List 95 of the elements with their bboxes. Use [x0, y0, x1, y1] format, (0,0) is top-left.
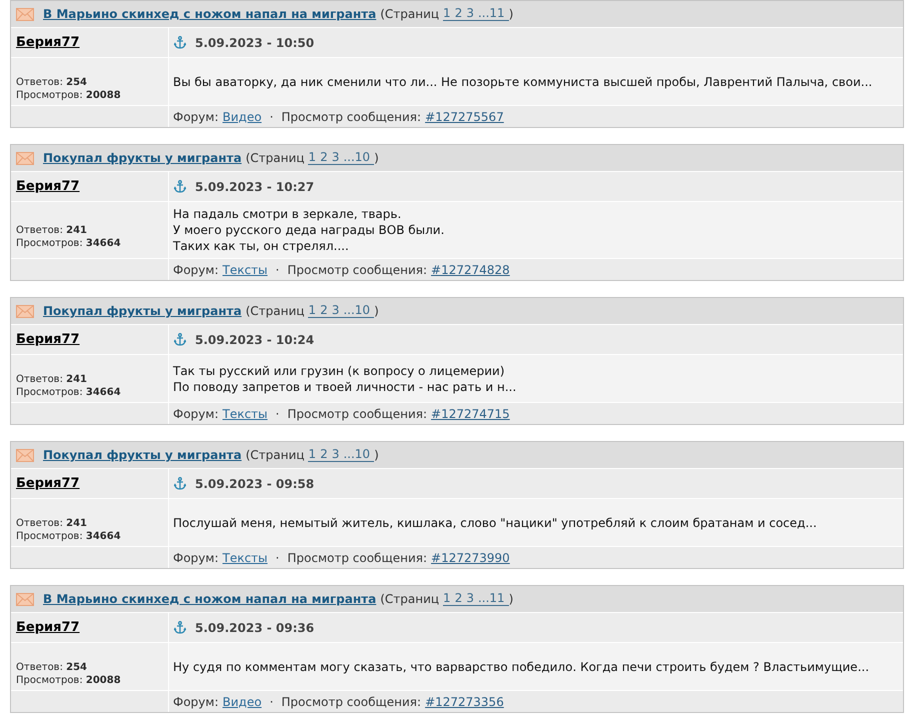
anchor-icon[interactable] — [174, 621, 186, 634]
topic-link[interactable]: Покупал фрукты у мигранта — [43, 446, 242, 464]
topic-stat: Ответов: 254 — [16, 660, 88, 674]
forum-label: Форум: — [173, 550, 218, 566]
topic-stat: Ответов: 241 — [16, 372, 88, 386]
page-link[interactable]: 3 — [332, 448, 344, 462]
topic-stat: Просмотров: 34664 — [16, 386, 122, 398]
page-link[interactable]: 2 — [320, 151, 332, 165]
page-link[interactable]: 2 — [454, 7, 466, 21]
topic-stat: Просмотров: 34664 — [16, 530, 122, 542]
page-link[interactable]: 1 — [443, 592, 455, 606]
page-link[interactable]: 3 — [332, 151, 344, 165]
page-link[interactable]: ...10 — [343, 448, 374, 462]
post-date: 5.09.2023 - 10:27 — [195, 178, 314, 196]
pages-label: (Страниц — [246, 447, 304, 464]
author-link[interactable]: Берия77 — [16, 32, 80, 52]
topic-link[interactable]: В Марьино скинхед с ножом напал на мигранта — [43, 590, 376, 608]
view-post-label: Просмотр сообщения: — [281, 694, 422, 710]
message-text: Послушай меня, немытый житель, кишлака, слово "нацики" употребляй к слоим братанам и сосед... — [173, 514, 817, 530]
forum-link[interactable]: Тексты — [222, 260, 268, 278]
forum-label: Форум: — [173, 406, 218, 422]
separator: · — [270, 694, 274, 710]
topic-link[interactable]: В Марьино скинхед с ножом напал на мигранта — [43, 5, 376, 23]
message-text: Ну судя по комментам могу сказать, что варварство победило. Когда печи строить будем ? Властьимущие... — [173, 658, 870, 674]
pages-close: ) — [374, 447, 379, 464]
message-text: На падаль смотри в зеркале, тварь. У моего русского деда награды ВОВ были. Таких как ты, он стрелял.... — [173, 206, 444, 254]
forum-link[interactable]: Тексты — [222, 548, 268, 566]
page-link[interactable]: ...10 — [343, 304, 374, 318]
page-link[interactable]: ...10 — [343, 151, 374, 165]
message-text: Так ты русский или грузин (к вопросу о лицемерии) По поводу запретов и твоей личности - нас рать и н... — [173, 362, 516, 394]
author-link[interactable]: Берия77 — [16, 176, 80, 196]
pages-label: (Страниц — [246, 150, 304, 167]
post-link[interactable]: #127273356 — [425, 692, 504, 710]
pages-close: ) — [508, 591, 514, 608]
page-link[interactable]: 3 — [466, 592, 478, 606]
forum-link[interactable]: Видео — [222, 108, 262, 126]
post-link[interactable]: #127273990 — [431, 548, 510, 566]
post-date: 5.09.2023 - 09:36 — [195, 620, 314, 636]
page-link[interactable]: 1 — [308, 304, 320, 318]
anchor-icon[interactable] — [174, 333, 186, 346]
page-link[interactable]: 2 — [320, 304, 332, 318]
page-link[interactable]: 1 — [443, 7, 455, 21]
topic-stat: Просмотров: 20088 — [16, 88, 122, 102]
author-link[interactable]: Берия77 — [16, 330, 80, 350]
pages-close: ) — [508, 6, 514, 23]
pages-close: ) — [374, 303, 379, 320]
forum-label: Форум: — [173, 694, 218, 710]
separator: · — [276, 406, 280, 422]
author-link[interactable]: Берия77 — [16, 474, 80, 494]
anchor-icon[interactable] — [174, 477, 186, 490]
view-post-label: Просмотр сообщения: — [281, 108, 422, 126]
page-link[interactable]: 2 — [320, 448, 332, 462]
view-post-label: Просмотр сообщения: — [287, 262, 428, 278]
pages-label: (Страниц — [380, 591, 440, 608]
post-link[interactable]: #127275567 — [425, 108, 504, 126]
envelope-icon — [16, 592, 34, 606]
post-date: 5.09.2023 - 10:24 — [195, 332, 314, 348]
envelope-icon — [16, 152, 34, 164]
page-link[interactable]: 1 — [308, 151, 320, 165]
view-post-label: Просмотр сообщения: — [287, 550, 428, 566]
post-date: 5.09.2023 - 10:50 — [195, 34, 314, 52]
separator: · — [276, 262, 280, 278]
topic-stat: Ответов: 241 — [16, 516, 88, 530]
forum-label: Форум: — [173, 262, 218, 278]
post-link[interactable]: #127274715 — [431, 404, 510, 422]
forum-label: Форум: — [173, 108, 218, 126]
envelope-icon — [16, 448, 34, 462]
pages-label: (Страниц — [246, 303, 304, 320]
envelope-icon — [16, 304, 34, 318]
message-text: Вы бы аваторку, да ник сменили что ли... Не позорьте коммуниста высшей пробы, Лаврентий Палыча, свои... — [173, 74, 872, 90]
page-link[interactable]: 3 — [466, 7, 478, 21]
page-link[interactable]: ...11 — [478, 7, 509, 21]
page-link[interactable]: ...11 — [478, 592, 509, 606]
topic-link[interactable]: Покупал фрукты у мигранта — [43, 149, 242, 167]
pages-close: ) — [374, 150, 379, 167]
topic-link[interactable]: Покупал фрукты у мигранта — [43, 302, 242, 320]
topic-stat: Просмотров: 20088 — [16, 674, 122, 686]
topic-stat: Просмотров: 34664 — [16, 237, 122, 250]
topic-stat: Ответов: 254 — [16, 76, 88, 88]
post-date: 5.09.2023 - 09:58 — [195, 476, 314, 492]
pages-label: (Страниц — [380, 6, 440, 23]
separator: · — [270, 108, 274, 126]
anchor-icon[interactable] — [174, 36, 186, 49]
topic-stat: Ответов: 241 — [16, 224, 88, 237]
page-link[interactable]: 3 — [332, 304, 344, 318]
forum-link[interactable]: Тексты — [222, 404, 268, 422]
separator: · — [276, 550, 280, 566]
view-post-label: Просмотр сообщения: — [287, 406, 428, 422]
post-link[interactable]: #127274828 — [431, 260, 510, 278]
page-link[interactable]: 1 — [308, 448, 320, 462]
envelope-icon — [16, 8, 34, 20]
forum-link[interactable]: Видео — [222, 692, 262, 710]
author-link[interactable]: Берия77 — [16, 618, 80, 638]
anchor-icon[interactable] — [174, 180, 186, 193]
page-link[interactable]: 2 — [454, 592, 466, 606]
